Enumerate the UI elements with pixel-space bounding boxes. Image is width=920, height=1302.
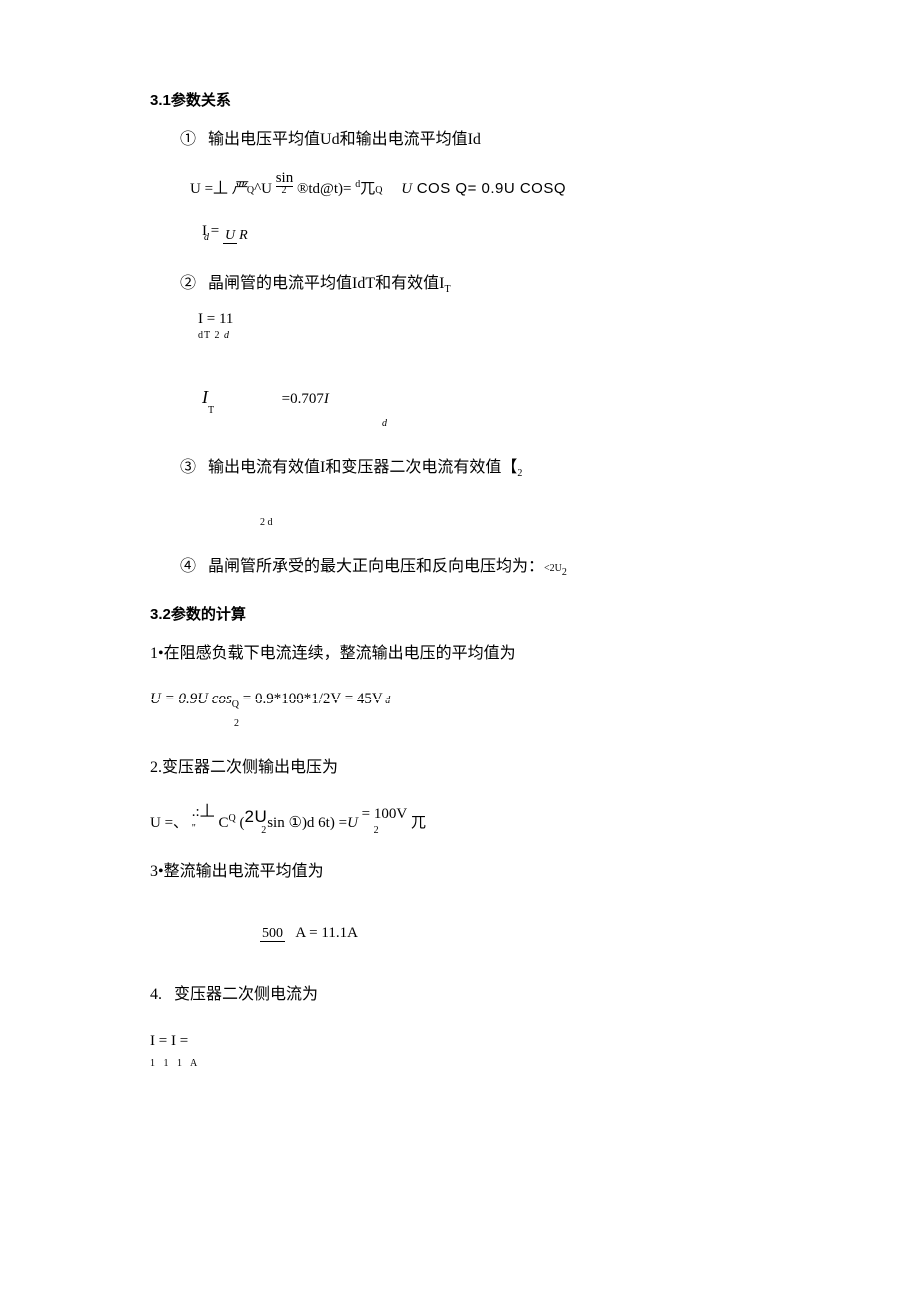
c2f-100-sub: 2 [374, 825, 380, 836]
c2f-lhs: U =、 [150, 815, 188, 831]
f1-lhs: U = [190, 181, 213, 197]
item-3-heading: ③ 输出电流有效值I和变压器二次电流有效值【2 [180, 457, 780, 481]
c2f-100: = 100V [362, 806, 408, 822]
c2f-100-stack: = 100V 2 [362, 807, 408, 837]
c2f-Q: Q [229, 813, 236, 824]
f1-caret: ^U [254, 181, 276, 197]
calc-1-heading: 1•在阻感负载下电流连续，整流输出电压的平均值为 [150, 643, 780, 665]
calc-4-num: 4. [150, 986, 162, 1003]
f1-pi: 兀 [360, 181, 375, 197]
f2-R: R [237, 228, 250, 243]
c1f-sub: 2 [234, 718, 239, 729]
c1f-d: d [383, 695, 391, 706]
f21-val: 1 [226, 311, 234, 327]
f22-d: d [382, 418, 387, 429]
f2-U: U [223, 228, 237, 244]
f1-cos-U: U [401, 181, 412, 197]
f22-I2: I [324, 391, 329, 407]
document-page: 3.1参数关系 ① 输出电压平均值Ud和输出电流平均值Id U =丄 严Q^U … [0, 0, 920, 1302]
c2f-2U-stack: 2U2 [244, 808, 267, 836]
f21-I: I = 1 [198, 311, 226, 327]
f1-sin-sub: 2 [276, 186, 294, 196]
f1-cos-txt: COS [412, 180, 455, 197]
calc-4-heading: 4. 变压器二次侧电流为 [150, 984, 780, 1006]
calc-4-text: 变压器二次侧电流为 [174, 986, 318, 1003]
calc-2-formula: U =、 .:丄 " CQ (2U2sin ①)d 6t) =U = 100V2… [150, 804, 780, 837]
c1f-q: Q [232, 699, 239, 710]
f22-T: T [208, 405, 214, 416]
f21-2: 2 [214, 330, 220, 341]
calc-3-formula: 500 A = 11.1A [260, 923, 780, 944]
item-2-sub: T [444, 285, 450, 296]
calc-3-heading: 3•整流输出电流平均值为 [150, 861, 780, 883]
calc-2-text: 变压器二次侧输出电压为 [162, 759, 338, 776]
item-2-bullet: ② [180, 275, 196, 292]
c2f-2U: 2U [244, 807, 267, 826]
item-2-formula-1: I = 11 dT 2 d [198, 312, 780, 345]
c3f-top: 500 [260, 926, 285, 942]
item-3-text: 输出电流有效值I和变压器二次电流有效值【 [208, 459, 517, 476]
f1-q2: Q [375, 185, 382, 196]
calc-2-heading: 2.变压器二次侧输出电压为 [150, 757, 780, 779]
f1-cos-q2: Q [554, 180, 566, 197]
item-1-bullet: ① [180, 131, 196, 148]
item-4-tail: <2U [544, 563, 562, 574]
item-4-text: 晶闸管所承受的最大正向电压和反向电压均为： [208, 558, 544, 575]
c2f-Ueq: U [347, 815, 358, 831]
f1-sin-stack: sin2 [276, 171, 294, 196]
c2f-sin: sin [267, 815, 285, 831]
item-1-heading: ① 输出电压平均值Ud和输出电流平均值Id [180, 129, 780, 151]
c4f-line: I = I = [150, 1033, 188, 1049]
item-4-heading: ④ 晶闸管所承受的最大正向电压和反向电压均为：<2U2 [180, 556, 780, 580]
c3f-frac: 500 [260, 923, 293, 944]
item-3-sub: 2 [517, 468, 522, 479]
calc-1-text: 在阻感负载下电流连续，整流输出电压的平均值为 [164, 645, 516, 662]
f21-dT: dT [198, 330, 211, 341]
c2f-pi: 兀 [411, 815, 426, 831]
c2f-circ: ① [288, 815, 301, 831]
item-2-formula-2: IT =0.707I d [202, 385, 780, 433]
c3f-A: A = 11.1A [293, 925, 358, 941]
c2f-d6t: )d 6t) = [302, 815, 347, 831]
item-4-bullet: ④ [180, 558, 196, 575]
f2-d: d [204, 232, 210, 243]
f22-eq: =0.707 [282, 391, 324, 407]
f1-perp: 丄 [213, 180, 228, 197]
calc-4-formula: I = I = 1 1 1 A [150, 1031, 780, 1067]
calc-1-num: 1• [150, 645, 164, 662]
calc-2-num: 2. [150, 759, 162, 776]
item-4-tail-sub: 2 [562, 567, 567, 578]
c2f-stack: .:丄 " [192, 804, 215, 835]
item-2-text: 晶闸管的电流平均值IdT和有效值I [208, 275, 444, 292]
f3-sub: 2 d [260, 517, 273, 528]
section-3-2-title: 3.2参数的计算 [150, 604, 780, 625]
calc-3-text: 整流输出电流平均值为 [164, 863, 324, 880]
c2f-dots: .: [192, 804, 200, 820]
item-3-bullet: ③ [180, 459, 196, 476]
f1-cos-eq: = 0.9U COS [468, 180, 554, 197]
c2f-C: C [218, 815, 228, 831]
c2f-quote: " [192, 823, 197, 834]
c2f-2U-sub: 2 [244, 826, 267, 836]
section-3-1-title: 3.1参数关系 [150, 90, 780, 111]
f22-I: I [202, 387, 208, 407]
f1-rtd: ®td@t)= [293, 181, 355, 197]
item-1-formula-1: U =丄 严Q^U sin2 ®td@t)= d兀Q U COS Q= 0.9U… [190, 171, 780, 200]
c2f-perp: 丄 [200, 803, 215, 820]
f2-stack: I = UR d [202, 224, 250, 258]
item-1-text: 输出电压平均值Ud和输出电流平均值Id [208, 131, 481, 148]
item-2-heading: ② 晶闸管的电流平均值IdT和有效值IT [180, 273, 780, 297]
item-3-formula: 2 d [260, 511, 780, 532]
c4f-sub: 1 1 1 A [150, 1058, 200, 1067]
f21-d: d [224, 330, 230, 341]
calc-3-num: 3• [150, 863, 164, 880]
f21-stack: I = 11 dT 2 d [198, 312, 233, 342]
f1-mid: 严 [232, 181, 247, 197]
item-1-formula-2: I = UR d [202, 224, 780, 261]
calc-1-formula: U = 0.9U cosQ = 0.9*100*1/2V = 45V d 2 [150, 689, 780, 733]
f1-cos-q: Q [455, 180, 467, 197]
f1-q: Q [247, 185, 254, 196]
